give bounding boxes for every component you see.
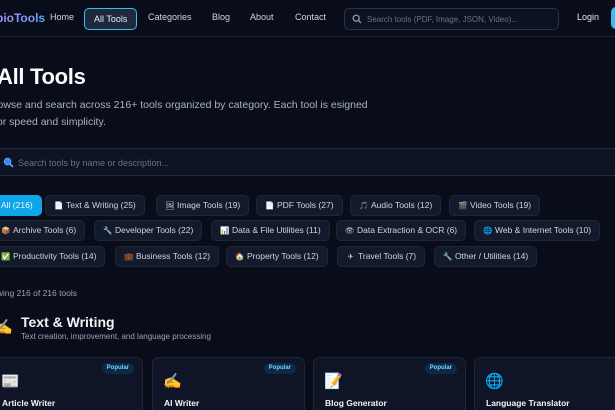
- film-icon: 🎬: [458, 201, 468, 210]
- document-icon: 📄: [265, 201, 275, 210]
- eye-icon: 👁: [345, 226, 355, 235]
- tool-card-ai-writer[interactable]: Popular ✍ AI Writer: [152, 357, 305, 410]
- house-icon: 🏠: [235, 252, 245, 261]
- package-icon: 📦: [1, 226, 11, 235]
- nav-link-home[interactable]: Home: [50, 12, 74, 22]
- writing-hand-icon: ✍: [0, 319, 13, 336]
- chip-label: Other / Utilities (14): [455, 251, 529, 261]
- signup-button[interactable]: [611, 7, 615, 29]
- page-title: All Tools: [0, 64, 86, 89]
- category-chip-business-tools[interactable]: 💼 Business Tools (12): [115, 246, 220, 267]
- chip-label: Productivity Tools (14): [13, 251, 97, 261]
- music-note-icon: 🎵: [359, 201, 369, 210]
- logo[interactable]: pioTools: [0, 11, 45, 25]
- globe-icon: 🌐: [483, 226, 493, 235]
- tool-card-language-translator[interactable]: 🌐 Language Translator: [474, 357, 615, 410]
- tool-card-article-writer[interactable]: Popular 📰 Article Writer: [0, 357, 143, 410]
- nav-link-all-tools[interactable]: All Tools: [84, 8, 138, 30]
- tool-name: Article Writer: [2, 398, 56, 408]
- popular-badge: Popular: [424, 363, 457, 374]
- tool-card-blog-generator[interactable]: Popular 📝 Blog Generator: [313, 357, 466, 410]
- navbar: pioTools Home All Tools Categories Blog …: [0, 0, 615, 37]
- tool-name: Language Translator: [486, 398, 570, 408]
- chip-label: Audio Tools (12): [371, 200, 433, 210]
- category-chip-pdf-tools[interactable]: 📄 PDF Tools (27): [256, 195, 343, 216]
- category-chip-web-internet-tools[interactable]: 🌐 Web & Internet Tools (10): [474, 220, 601, 241]
- chip-label: PDF Tools (27): [277, 200, 334, 210]
- tool-name: AI Writer: [164, 398, 200, 408]
- chip-label: Image Tools (19): [177, 200, 241, 210]
- category-chip-data-extraction-ocr[interactable]: 👁 Data Extraction & OCR (6): [336, 220, 467, 241]
- airplane-icon: ✈: [347, 252, 354, 261]
- chip-label: Data Extraction & OCR (6): [357, 225, 458, 235]
- search-icon: [3, 157, 14, 168]
- chart-icon: 📊: [220, 226, 230, 235]
- category-chip-developer-tools[interactable]: 🔧 Developer Tools (22): [94, 220, 203, 241]
- popular-badge: Popular: [263, 363, 296, 374]
- wrench-icon: 🔧: [443, 252, 453, 261]
- globe-icon: 🌐: [485, 373, 504, 390]
- chip-label: Video Tools (19): [470, 200, 532, 210]
- nav-link-about[interactable]: About: [250, 12, 274, 22]
- wrench-icon: 🔧: [103, 226, 113, 235]
- category-chip-other-utilities[interactable]: 🔧 Other / Utilities (14): [434, 246, 538, 267]
- search-icon: [352, 14, 362, 24]
- chip-label: Business Tools (12): [136, 251, 211, 261]
- category-chip-data-file-utilities[interactable]: 📊 Data & File Utilities (11): [211, 220, 330, 241]
- newspaper-icon: 📰: [1, 373, 20, 390]
- category-chip-archive-tools[interactable]: 📦 Archive Tools (6): [0, 220, 86, 241]
- chip-label: Travel Tools (7): [358, 251, 417, 261]
- category-chip-travel-tools[interactable]: ✈ Travel Tools (7): [337, 246, 426, 267]
- briefcase-icon: 💼: [124, 252, 134, 261]
- page-description: rowse and search across 216+ tools organ…: [0, 99, 368, 128]
- results-count: owing 216 of 216 tools: [0, 288, 78, 298]
- checkbox-icon: ✅: [1, 252, 11, 261]
- category-chip-image-tools[interactable]: 🖼 Image Tools (19): [156, 195, 250, 216]
- nav-link-contact[interactable]: Contact: [295, 12, 326, 22]
- login-link[interactable]: Login: [577, 12, 599, 22]
- section-subtitle: Text creation, improvement, and language…: [21, 332, 211, 341]
- category-chip-productivity-tools[interactable]: ✅ Productivity Tools (14): [0, 246, 106, 267]
- chip-label: Text & Writing (25): [66, 200, 136, 210]
- nav-link-blog[interactable]: Blog: [212, 12, 230, 22]
- chip-label: Web & Internet Tools (10): [495, 225, 592, 235]
- tool-search-input[interactable]: [18, 155, 578, 170]
- category-chip-all[interactable]: All (216): [0, 195, 42, 216]
- category-chip-property-tools[interactable]: 🏠 Property Tools (12): [226, 246, 328, 267]
- tool-name: Blog Generator: [325, 398, 387, 408]
- popular-badge: Popular: [101, 363, 134, 374]
- document-icon: 📄: [54, 201, 64, 210]
- chip-label: Archive Tools (6): [13, 225, 77, 235]
- chip-label: Property Tools (12): [247, 251, 319, 261]
- chip-label: All (216): [1, 200, 33, 210]
- chip-label: Data & File Utilities (11): [232, 225, 321, 235]
- chip-label: Developer Tools (22): [115, 225, 194, 235]
- tool-search-box[interactable]: [0, 148, 615, 176]
- writing-hand-icon: ✍: [163, 373, 182, 390]
- category-chip-video-tools[interactable]: 🎬 Video Tools (19): [449, 195, 541, 216]
- nav-link-categories[interactable]: Categories: [148, 12, 192, 22]
- nav-search-box[interactable]: [344, 8, 559, 30]
- memo-icon: 📝: [324, 373, 343, 390]
- category-chip-text-writing[interactable]: 📄 Text & Writing (25): [45, 195, 145, 216]
- nav-search-input[interactable]: [367, 12, 553, 27]
- category-chip-audio-tools[interactable]: 🎵 Audio Tools (12): [350, 195, 442, 216]
- section-title: Text & Writing: [21, 314, 115, 330]
- image-icon: 🖼: [165, 201, 175, 210]
